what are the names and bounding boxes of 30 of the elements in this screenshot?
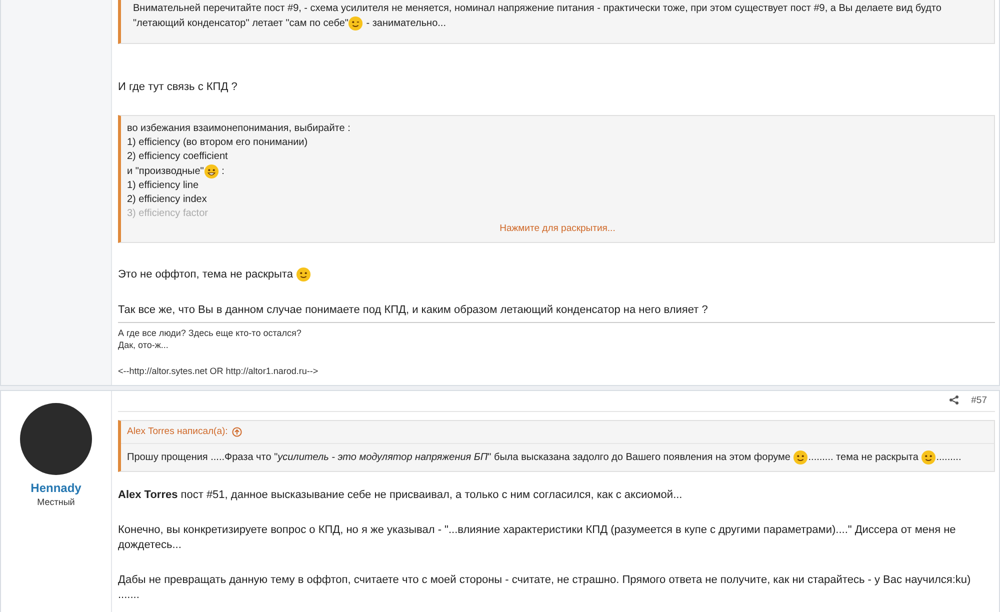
quote-text: 1) efficiency (во втором его понимании) — [127, 136, 309, 150]
quote-text: 1) efficiency line — [127, 179, 200, 194]
signature-text: <--http://altor.sytes.net OR http://altor1.narod.ru--> — [118, 364, 320, 377]
quote-text: во избежания взаимонепонимания, выбирайте : — [127, 122, 352, 136]
quote-text: 2) efficiency coefficient — [127, 150, 229, 164]
post-text: Так все же, что Вы в данном случае понимаете под КПД, и каким образом летающий конденсатор на него влияет ? — [118, 302, 709, 318]
signature-text: Дак, ото-ж... — [118, 338, 170, 351]
quote-text: Внимательней перечитайте пост #9, - схема усилителя не меняется, номинал напряжение питания - практически тоже, при этом существует пост #9, а Вы делаете вид будто "летающий конденсатор" летает "сам по себе" - занимательно... — [133, 2, 942, 32]
quote-author-link[interactable]: Alex Torres написал(а): — [121, 420, 994, 444]
arrow-up-circle-icon — [232, 426, 242, 437]
post-text: И где тут связь с КПД ? — [118, 80, 238, 96]
quote-text: Прошу прощения .....Фраза что "усилитель - это модулятор напряжения БП" была высказана задолго до Вашего появления на этом форуме ......... тема не раскрыта ......... — [127, 450, 962, 465]
signature-text: А где все люди? Здесь еще кто-то остался? — [118, 326, 302, 339]
post-number-link[interactable]: #57 — [971, 394, 987, 406]
quote-text: 3) efficiency factor — [127, 207, 209, 222]
user-rank: Местный — [37, 496, 75, 507]
expand-link[interactable]: Нажмите для раскрытия... — [498, 221, 618, 236]
share-icon[interactable] — [949, 395, 960, 406]
author-link[interactable]: Hennady — [30, 480, 82, 495]
smiley-icon — [204, 164, 219, 180]
post-text: Конечно, вы конкретизируете вопрос о КПД, но я же указывал - "...влияние характеристики КПД (разумеется в купе с другими параметрами)...." Диссера от меня не дождетесь... — [118, 522, 957, 553]
smiley-icon — [348, 16, 364, 31]
smiley-icon — [296, 267, 311, 282]
quote-text: и "производные" : — [127, 164, 226, 180]
smiley-icon — [793, 450, 808, 465]
smiley-icon — [921, 450, 936, 465]
post-text: Это не оффтоп, тема не раскрыта — [118, 267, 995, 283]
post-text: Alex Torres пост #51, данное высказывание себе не присваивал, а только с ним согласился, как с аксиомой... — [118, 488, 684, 503]
quote-text: 2) efficiency index — [127, 193, 208, 208]
post-text: Дабы не превращать данную тему в оффтоп, считаете что с моей стороны - считате, не страшно. Прямого ответа не получите, как ни старайтесь - у Вас научился:ku) ....... — [118, 572, 972, 603]
